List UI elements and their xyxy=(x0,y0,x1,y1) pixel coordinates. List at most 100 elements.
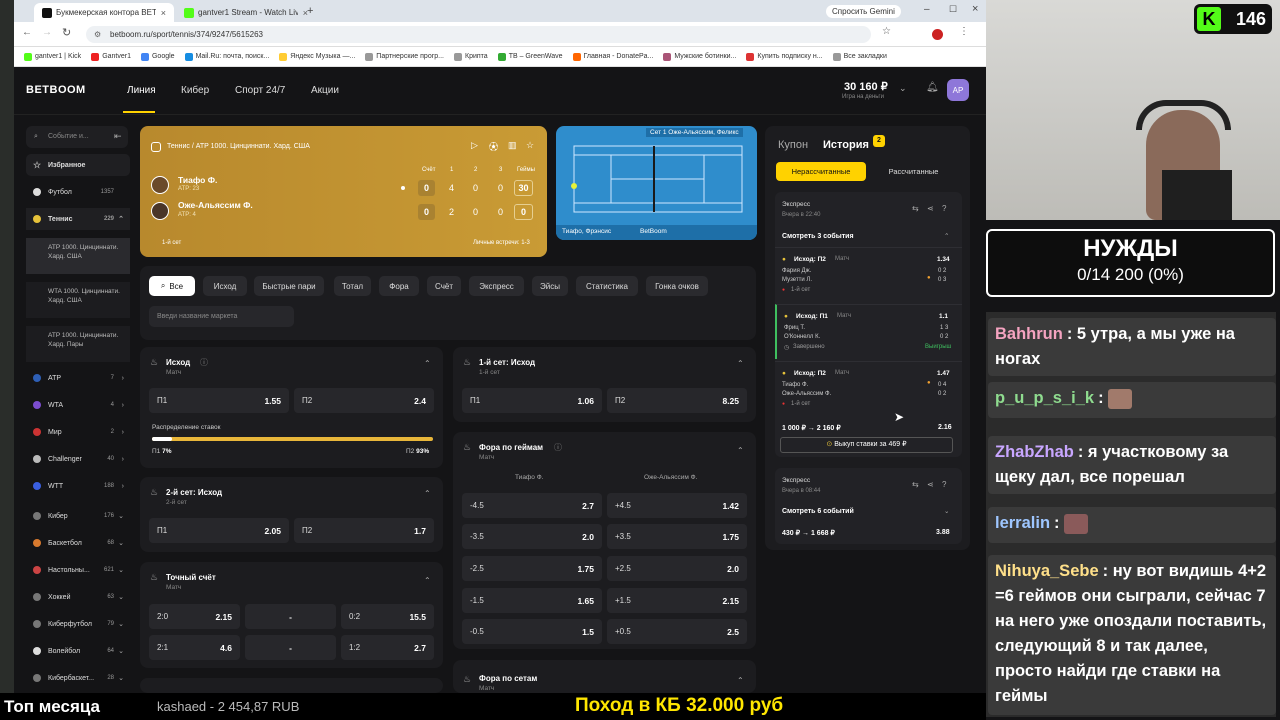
chat-username[interactable]: p_u_p_s_i_k xyxy=(995,389,1094,407)
share-icon[interactable]: ⋖ xyxy=(927,204,934,213)
sidebar-item-favorites[interactable]: ☆ Избранное xyxy=(26,154,130,176)
info-icon[interactable]: ⓘ xyxy=(200,357,208,368)
odd-p1[interactable]: П1 1.55 xyxy=(149,388,289,413)
close-tab-icon[interactable]: × xyxy=(161,8,166,18)
odd-handicap[interactable]: -1.5 1.65 xyxy=(462,588,602,613)
stats-icon[interactable]: ▥ xyxy=(508,140,517,151)
sidebar-item-volleyball[interactable]: Волейбол 64 ⌄ xyxy=(26,640,130,662)
nav-line[interactable]: Линия xyxy=(127,85,156,96)
filter-outcome[interactable]: Исход xyxy=(203,276,247,296)
favorite-star-icon[interactable]: ☆ xyxy=(526,140,534,151)
balance-amount[interactable]: 30 160 ₽ xyxy=(844,80,888,93)
profile-icon[interactable] xyxy=(932,29,943,40)
odd-handicap[interactable]: -4.5 2.7 xyxy=(462,493,602,518)
sidebar-item-football[interactable]: Футбол 1357 xyxy=(26,181,130,203)
toggle-events[interactable]: Смотреть 6 событий xyxy=(782,508,854,515)
live-court-tracker[interactable]: Сет 1 Оже-Альяссим, Феликс xyxy=(556,126,757,240)
chat-username[interactable]: ZhabZhab xyxy=(995,443,1074,461)
bookmark-item[interactable]: Mail.Ru: почта, поиск... xyxy=(184,52,269,61)
share-icon[interactable]: ⋖ xyxy=(927,480,934,489)
chat-username[interactable]: Bahhrun xyxy=(995,325,1063,343)
reload-icon[interactable]: ↻ xyxy=(62,26,71,39)
bookmark-item[interactable]: Gantver1 xyxy=(91,52,131,61)
new-tab-icon[interactable]: + xyxy=(307,5,313,17)
odd-handicap[interactable]: -3.5 2.0 xyxy=(462,524,602,549)
chevron-up-icon[interactable]: ⌃ xyxy=(424,576,431,585)
filter-all[interactable]: ⌕ Все xyxy=(149,276,195,296)
odd-handicap[interactable]: +4.5 1.42 xyxy=(607,493,747,518)
minimize-icon[interactable]: – xyxy=(924,4,930,15)
video-icon[interactable]: ▷ xyxy=(471,140,478,151)
nav-promos[interactable]: Акции xyxy=(311,85,339,96)
tab-settled[interactable]: Рассчитанные xyxy=(868,162,959,181)
sidebar-item-basketball[interactable]: Баскетбол 68 ⌄ xyxy=(26,532,130,554)
site-info-icon[interactable]: ⚙ xyxy=(94,26,101,43)
forward-icon[interactable]: → xyxy=(42,27,52,38)
odd-p2[interactable]: П2 1.7 xyxy=(294,518,434,543)
filter-express[interactable]: Экспресс xyxy=(469,276,524,296)
back-icon[interactable]: ← xyxy=(22,27,32,38)
browser-tab-betboom[interactable]: Букмекерская контора BETBOOM × xyxy=(34,3,174,22)
sidebar-item-cyberfootball[interactable]: Киберфутбол 79 ⌄ xyxy=(26,613,130,635)
market-search-input[interactable]: Введи название маркета xyxy=(149,306,294,327)
chevron-down-icon[interactable]: ⌄ xyxy=(944,507,949,515)
odd-p2[interactable]: П2 2.4 xyxy=(294,388,434,413)
sidebar-sub-atp-doubles[interactable]: ATP 1000. Цинциннати. Хард. Пары xyxy=(26,326,130,362)
chat-username[interactable]: lerralin xyxy=(995,514,1050,532)
browser-tab-kick[interactable]: gantver1 Stream - Watch Live on... × xyxy=(176,3,316,22)
chevron-up-icon[interactable]: ⌃ xyxy=(944,232,949,240)
sidebar-item-atp[interactable]: ATP 7 › xyxy=(26,367,130,389)
info-icon[interactable]: ⓘ xyxy=(554,442,562,453)
event-search-input[interactable]: ⌕ Событие и... xyxy=(26,126,128,148)
url-bar[interactable]: ⚙ betboom.ru/sport/tennis/374/9247/56152… xyxy=(86,26,871,43)
filter-aces[interactable]: Эйсы xyxy=(532,276,568,296)
chevron-up-icon[interactable]: ⌃ xyxy=(424,359,431,368)
filter-points-race[interactable]: Гонка очков xyxy=(646,276,708,296)
sidebar-item-cyberbasketball[interactable]: Кибербаскет... 28 ⌄ xyxy=(26,667,130,689)
odd-handicap[interactable]: +2.5 2.0 xyxy=(607,556,747,581)
menu-dots-icon[interactable]: ⋮ xyxy=(959,26,969,37)
tab-coupon[interactable]: Купон xyxy=(778,139,808,151)
nav-sport247[interactable]: Спорт 24/7 xyxy=(235,85,285,96)
sidebar-item-hockey[interactable]: Хоккей 63 ⌄ xyxy=(26,586,130,608)
bookmark-item[interactable]: Мужские ботинки... xyxy=(663,52,736,61)
odd-p1[interactable]: П1 2.05 xyxy=(149,518,289,543)
repeat-bet-icon[interactable]: ⇆ xyxy=(912,204,919,213)
odd-handicap[interactable]: +3.5 1.75 xyxy=(607,524,747,549)
help-icon[interactable]: ? xyxy=(942,480,946,489)
tab-history[interactable]: История xyxy=(823,139,869,151)
odd-p1[interactable]: П1 1.06 xyxy=(462,388,602,413)
filter-statistics[interactable]: Статистика xyxy=(576,276,638,296)
bookmark-item[interactable]: Google xyxy=(140,52,175,61)
filter-handicap[interactable]: Фора xyxy=(379,276,419,296)
bookmark-item[interactable]: Купить подписку н... xyxy=(746,52,823,61)
bookmark-item[interactable]: Партнерские прогр... xyxy=(365,52,444,61)
filter-total[interactable]: Тотал xyxy=(334,276,371,296)
odd-exact-score[interactable]: 0:2 15.5 xyxy=(341,604,434,629)
sidebar-item-tennis[interactable]: Теннис 229 ⌃ xyxy=(26,208,130,230)
match-breadcrumb[interactable]: Теннис / ATP 1000. Цинциннати. Хард. США xyxy=(167,143,310,150)
odd-handicap[interactable]: +1.5 2.15 xyxy=(607,588,747,613)
sidebar-item-wtt[interactable]: WTT 188 › xyxy=(26,475,130,497)
notification-bell-icon[interactable]: 🔔︎ xyxy=(926,82,939,93)
head-to-head[interactable]: Личные встречи: 1-3 xyxy=(473,240,530,246)
bookmark-star-icon[interactable]: ☆ xyxy=(882,26,891,37)
chevron-up-icon[interactable]: ⌃ xyxy=(424,489,431,498)
betboom-logo[interactable]: BETBOOM xyxy=(26,84,86,96)
chevron-up-icon[interactable]: ⌃ xyxy=(737,676,744,685)
odd-handicap[interactable]: -0.5 1.5 xyxy=(462,619,602,644)
help-icon[interactable]: ? xyxy=(942,204,946,213)
ask-gemini-button[interactable]: Спросить Gemini xyxy=(826,5,901,18)
all-bookmarks[interactable]: Все закладки xyxy=(832,52,887,61)
repeat-bet-icon[interactable]: ⇆ xyxy=(912,480,919,489)
sidebar-item-challenger[interactable]: Challenger 40 › xyxy=(26,448,130,470)
sidebar-sub-atp1000[interactable]: ATP 1000. Цинциннати. Хард. США xyxy=(26,238,130,274)
odd-exact-score[interactable]: 2:1 4.6 xyxy=(149,635,240,660)
sidebar-sub-wta1000[interactable]: WTA 1000. Цинциннати. Хард. США xyxy=(26,282,130,318)
odd-p2[interactable]: П2 8.25 xyxy=(607,388,747,413)
bookmark-item[interactable]: Крипта xyxy=(454,52,488,61)
odd-handicap[interactable]: +0.5 2.5 xyxy=(607,619,747,644)
tracker-icon[interactable]: ⚽︎ xyxy=(489,140,498,153)
close-window-icon[interactable]: × xyxy=(972,3,978,15)
maximize-icon[interactable]: ☐ xyxy=(949,4,957,15)
